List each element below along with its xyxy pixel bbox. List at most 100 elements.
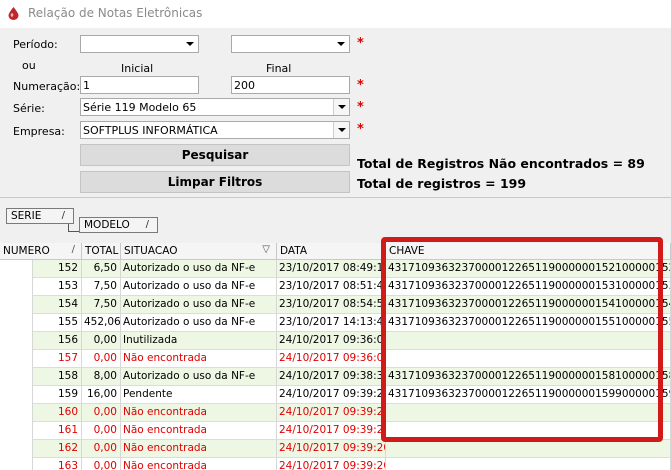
periodo-label: Período:: [13, 38, 58, 51]
required-mark-serie: *: [357, 100, 364, 115]
cell-situacao: Inutilizada: [121, 332, 277, 350]
periodo-final-select[interactable]: [231, 35, 350, 53]
limpar-filtros-button[interactable]: Limpar Filtros: [80, 171, 350, 193]
sort-indicator-icon: /: [71, 244, 75, 255]
cell-numero: 163: [33, 458, 82, 470]
column-header-label: DATA: [280, 245, 308, 257]
cell-chave: [386, 440, 671, 458]
filter-icon[interactable]: ▽: [262, 244, 270, 255]
cell-situacao: Autorizado o uso da NF-e: [121, 314, 277, 332]
cell-situacao: Não encontrada: [121, 404, 277, 422]
required-mark-empresa: *: [357, 122, 364, 137]
table-row[interactable]: 162 0,00 Não encontrada 24/10/2017 09:39:20: [0, 440, 671, 458]
periodo-inicial-select[interactable]: [80, 35, 199, 53]
cell-situacao: Autorizado o uso da NF-e: [121, 260, 277, 278]
column-header-total[interactable]: TOTAL: [82, 243, 121, 260]
cell-situacao: Pendente: [121, 386, 277, 404]
chevron-down-icon[interactable]: [333, 36, 349, 52]
cell-chave: [386, 458, 671, 470]
ou-label: ou: [22, 59, 36, 72]
group-serie-label: SERIE: [11, 210, 42, 222]
cell-total: 0,00: [82, 404, 121, 422]
group-indent: [0, 332, 33, 350]
cell-situacao: Autorizado o uso da NF-e: [121, 368, 277, 386]
group-indent: [0, 296, 33, 314]
cell-data: 24/10/2017 09:39:20: [277, 404, 386, 422]
sort-indicator-icon: /: [145, 219, 149, 230]
empresa-value: SOFTPLUS INFORMÁTICA: [83, 124, 218, 137]
cell-situacao: Não encontrada: [121, 458, 277, 470]
group-indent: [0, 368, 33, 386]
group-chip-serie[interactable]: SERIE /: [6, 208, 74, 224]
cell-numero: 152: [33, 260, 82, 278]
cell-numero: 162: [33, 440, 82, 458]
cell-total: 0,00: [82, 350, 121, 368]
group-chip-modelo[interactable]: MODELO /: [79, 217, 158, 233]
cell-numero: 153: [33, 278, 82, 296]
column-header-numero[interactable]: NUMERO /: [0, 243, 82, 260]
group-indent: [0, 386, 33, 404]
cell-data: 23/10/2017 08:49:12: [277, 260, 386, 278]
group-indent: [0, 260, 33, 278]
chevron-down-icon[interactable]: [333, 122, 349, 138]
group-indent: [0, 440, 33, 458]
total-nao-encontrados: Total de Registros Não encontrados = 89: [357, 156, 645, 171]
group-indent: [0, 314, 33, 332]
cell-numero: 155: [33, 314, 82, 332]
group-indent: [0, 350, 33, 368]
cell-data: 23/10/2017 08:54:56: [277, 296, 386, 314]
empresa-label: Empresa:: [13, 125, 65, 138]
cell-data: 24/10/2017 09:36:01: [277, 350, 386, 368]
cell-numero: 161: [33, 422, 82, 440]
cell-numero: 156: [33, 332, 82, 350]
group-indent: [0, 458, 33, 470]
cell-data: 24/10/2017 09:39:20: [277, 386, 386, 404]
separator: [0, 197, 671, 198]
sort-indicator-icon: /: [61, 210, 65, 221]
column-header-label: TOTAL: [85, 245, 119, 257]
pesquisar-button[interactable]: Pesquisar: [80, 144, 350, 166]
group-indent: [0, 422, 33, 440]
cell-numero: 154: [33, 296, 82, 314]
final-label: Final: [266, 62, 292, 75]
column-header-data[interactable]: DATA: [277, 243, 386, 260]
cell-data: 23/10/2017 14:13:46: [277, 314, 386, 332]
cell-total: 6,50: [82, 260, 121, 278]
cell-total: 0,00: [82, 422, 121, 440]
numeracao-inicial-field[interactable]: 1: [80, 76, 199, 94]
serie-select[interactable]: Série 119 Modelo 65: [80, 98, 350, 116]
cell-situacao: Autorizado o uso da NF-e: [121, 278, 277, 296]
required-mark-periodo: *: [357, 36, 364, 51]
cell-total: 16,00: [82, 386, 121, 404]
cell-situacao: Autorizado o uso da NF-e: [121, 296, 277, 314]
cell-situacao: Não encontrada: [121, 350, 277, 368]
group-indent: [0, 404, 33, 422]
table-row[interactable]: 163 0,00 Não encontrada 24/10/2017 09:39:20: [0, 458, 671, 470]
title-bar: Relação de Notas Eletrônicas: [0, 0, 671, 28]
cell-data: 24/10/2017 09:39:20: [277, 422, 386, 440]
window-title: Relação de Notas Eletrônicas: [28, 6, 203, 20]
cell-numero: 160: [33, 404, 82, 422]
cell-numero: 159: [33, 386, 82, 404]
cell-data: 24/10/2017 09:36:01: [277, 332, 386, 350]
cell-total: 7,50: [82, 296, 121, 314]
cell-situacao: Não encontrada: [121, 440, 277, 458]
chevron-down-icon[interactable]: [182, 36, 198, 52]
column-header-label: NUMERO: [3, 245, 50, 257]
cell-numero: 157: [33, 350, 82, 368]
cell-situacao: Não encontrada: [121, 422, 277, 440]
cell-data: 23/10/2017 08:51:45: [277, 278, 386, 296]
highlight-frame: [381, 237, 663, 442]
cell-total: 0,00: [82, 332, 121, 350]
column-header-situacao[interactable]: SITUACAO ▽: [121, 243, 277, 260]
cell-total: 452,06: [82, 314, 121, 332]
serie-value: Série 119 Modelo 65: [83, 101, 197, 114]
cell-data: 24/10/2017 09:38:38: [277, 368, 386, 386]
numeracao-final-field[interactable]: 200: [231, 76, 350, 94]
required-mark-numeracao: *: [357, 78, 364, 93]
cell-total: 0,00: [82, 458, 121, 470]
empresa-select[interactable]: SOFTPLUS INFORMÁTICA: [80, 121, 350, 139]
cell-total: 8,00: [82, 368, 121, 386]
chevron-down-icon[interactable]: [333, 99, 349, 115]
group-indent: [0, 278, 33, 296]
